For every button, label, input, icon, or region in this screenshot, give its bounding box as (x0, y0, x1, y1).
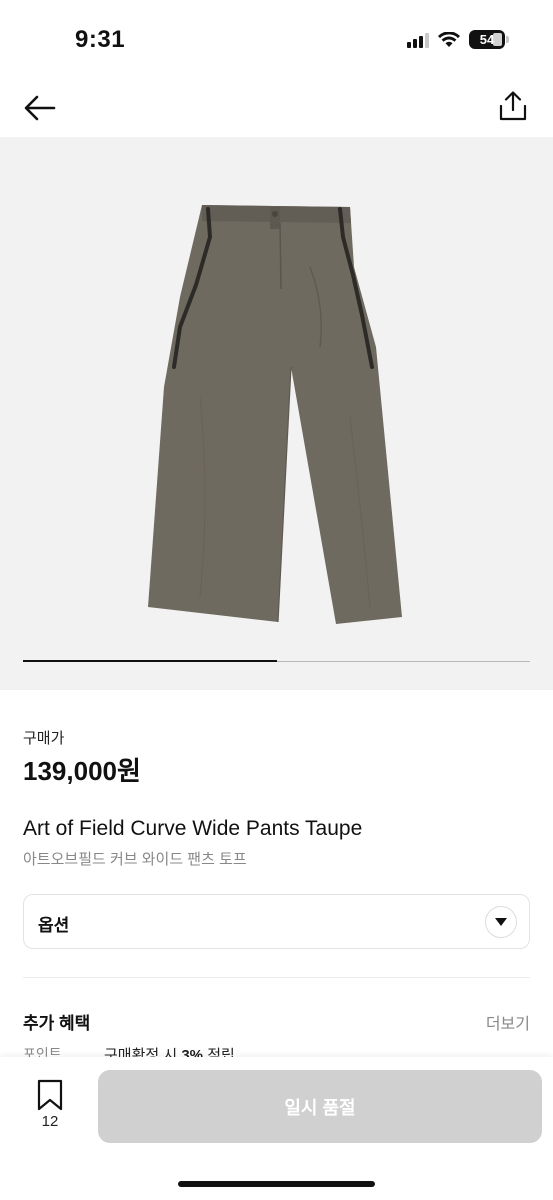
price-label: 구매가 (23, 730, 65, 747)
gallery-progress-track (23, 660, 530, 662)
nav-bar (0, 80, 553, 136)
section-divider (23, 977, 530, 978)
option-toggle-button[interactable] (485, 906, 517, 938)
chevron-down-icon (495, 918, 507, 926)
benefit-row: 포인트 구매확정 시 3% 적립 (0, 1040, 553, 1057)
bottom-action-bar: 12 일시 품절 (0, 1057, 553, 1200)
price-value: 139,000원 (23, 756, 141, 786)
back-button[interactable] (20, 88, 60, 128)
wifi-icon (438, 31, 460, 47)
share-icon (499, 91, 527, 121)
product-image (148, 205, 402, 624)
benefits-more-link[interactable]: 더보기 (486, 1010, 530, 1034)
arrow-left-icon (24, 95, 56, 121)
bookmark-count: 12 (41, 1113, 59, 1130)
product-name-english: Art of Field Curve Wide Pants Taupe (23, 817, 363, 840)
battery-icon: 54 (469, 30, 505, 49)
product-name-korean: 아트오브필드 커브 와이드 팬츠 토프 (23, 851, 247, 868)
option-selector[interactable]: 옵션 (23, 894, 530, 949)
product-gallery[interactable] (0, 137, 553, 690)
bookmark-button[interactable]: 12 (30, 1079, 70, 1135)
status-icons: 54 (407, 30, 509, 49)
share-button[interactable] (493, 86, 533, 126)
option-label: 옵션 (38, 916, 70, 935)
benefit-key: 포인트 (23, 1046, 62, 1057)
battery-group: 54 (469, 30, 509, 49)
status-bar: 9:31 54 (0, 0, 553, 80)
benefits-title: 추가 혜택 (23, 1014, 91, 1033)
benefit-value: 구매확정 시 3% 적립 (104, 1047, 235, 1057)
cellular-signal-icon (407, 32, 429, 48)
sold-out-button[interactable]: 일시 품절 (98, 1070, 542, 1143)
battery-percent: 54 (479, 32, 495, 47)
status-time: 9:31 (75, 26, 126, 53)
gallery-progress-fill (23, 660, 277, 662)
bookmark-icon (37, 1079, 63, 1111)
home-indicator (178, 1181, 375, 1187)
